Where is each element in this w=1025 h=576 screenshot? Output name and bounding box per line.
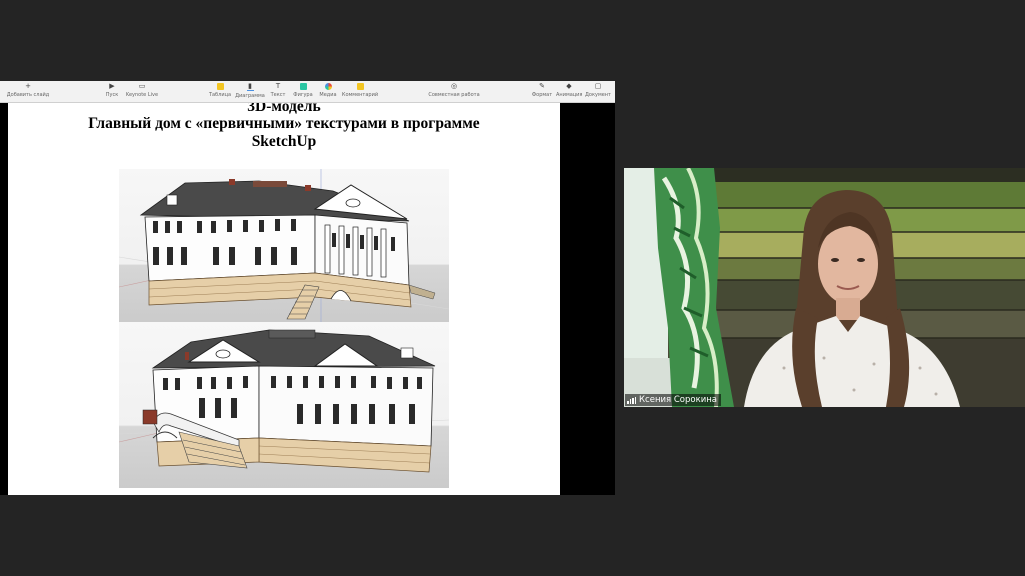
- shape-icon: [299, 83, 307, 90]
- animate-icon: ◆: [566, 82, 572, 90]
- keynote-live-button[interactable]: ▭ Keynote Live: [124, 83, 160, 102]
- keynote-toolbar: + Добавить слайд ▶ Пуск ▭ Keynote Live Т…: [0, 81, 615, 103]
- media-button[interactable]: Медиа: [316, 83, 340, 102]
- play-icon: ▶: [109, 82, 115, 90]
- add-slide-button[interactable]: + Добавить слайд: [6, 83, 50, 102]
- collaborate-icon: ◎: [450, 82, 458, 90]
- screen-icon: ▭: [138, 82, 146, 90]
- table-icon: [216, 83, 224, 90]
- plus-icon: +: [25, 82, 31, 90]
- animate-button[interactable]: ◆ Анимация: [556, 83, 582, 102]
- document-button[interactable]: ▢ Документ: [584, 83, 612, 102]
- chart-icon: ▮: [246, 82, 254, 91]
- chart-button[interactable]: ▮ Диаграмма: [234, 83, 266, 102]
- text-button[interactable]: T Текст: [266, 83, 290, 102]
- slide-title-line1: 3D-модель: [247, 103, 321, 115]
- comment-icon: [356, 83, 364, 90]
- slide-title-line3: SketchUp: [251, 133, 317, 150]
- table-button[interactable]: Таблица: [208, 83, 232, 102]
- slide-title: 3D-модель Главный дом с «первичными» тек…: [8, 103, 560, 151]
- media-icon: [324, 83, 332, 90]
- slide-title-line2: Главный дом с «первичными» текстурами в …: [88, 115, 480, 132]
- document-icon: ▢: [594, 82, 602, 90]
- participant-name: Ксения Сорокина: [639, 395, 717, 405]
- text-icon: T: [275, 82, 281, 90]
- sketchup-render-rear: [119, 322, 449, 488]
- comment-button[interactable]: Комментарий: [340, 83, 380, 102]
- format-button[interactable]: ✎ Формат: [530, 83, 554, 102]
- sketchup-render-front: [119, 169, 449, 322]
- shape-button[interactable]: Фигура: [291, 83, 315, 102]
- signal-strength-icon: [627, 396, 636, 404]
- slide: 3D-модель Главный дом с «первичными» тек…: [8, 103, 560, 495]
- collaborate-button[interactable]: ◎ Совместная работа: [428, 83, 480, 102]
- participant-name-tag: Ксения Сорокина: [625, 394, 721, 406]
- participant-video[interactable]: Ксения Сорокина: [624, 168, 1025, 407]
- format-icon: ✎: [539, 82, 545, 90]
- shared-screen: + Добавить слайд ▶ Пуск ▭ Keynote Live Т…: [0, 81, 615, 495]
- play-button[interactable]: ▶ Пуск: [100, 83, 124, 102]
